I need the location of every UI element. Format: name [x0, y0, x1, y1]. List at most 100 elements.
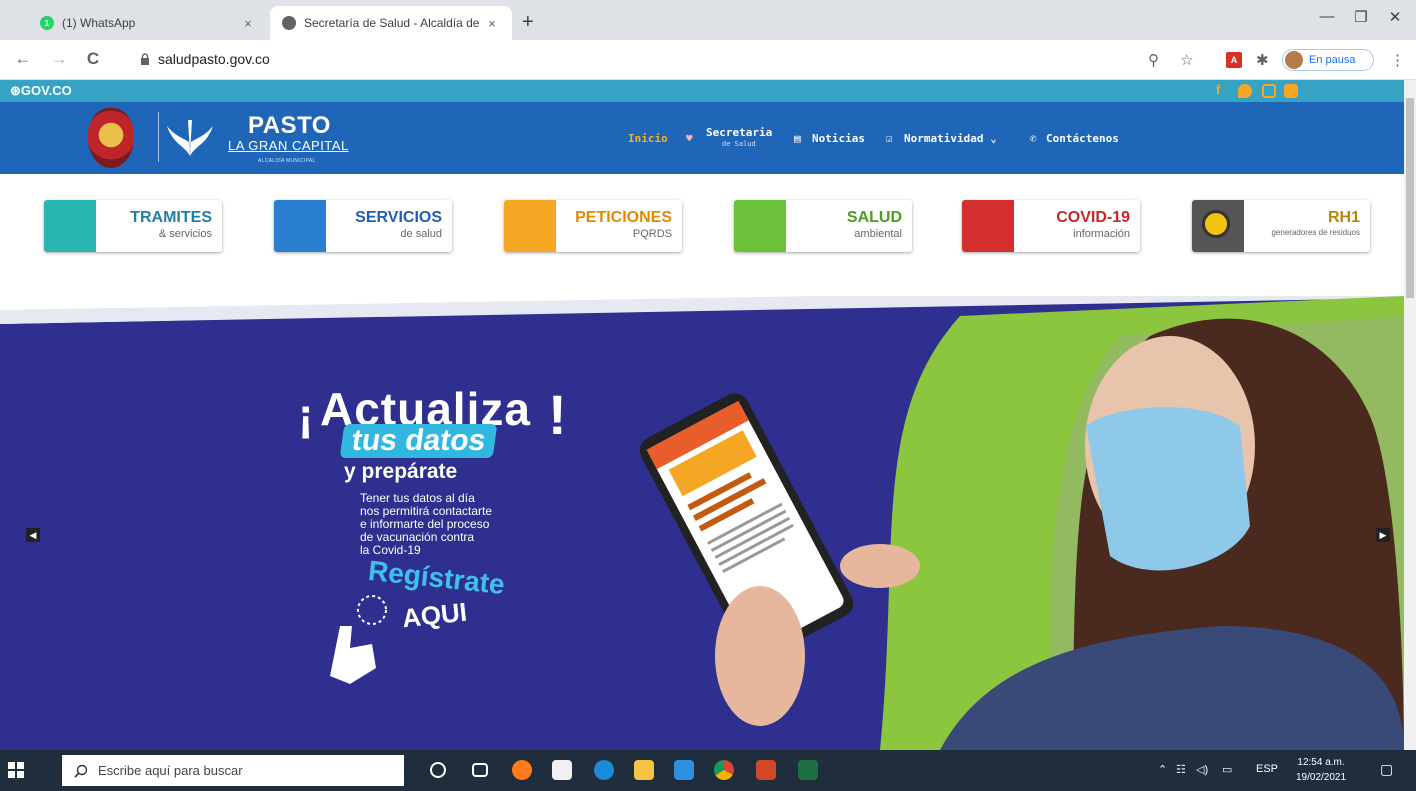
tab-whatsapp[interactable]: 1 (1) WhatsApp ×: [28, 6, 268, 40]
edge-icon[interactable]: [594, 760, 614, 780]
banner-headline-open: ¡: [298, 389, 314, 441]
language-indicator[interactable]: ESP: [1256, 763, 1278, 775]
tile-covid[interactable]: COVID-19 información: [962, 200, 1140, 252]
nav-inicio[interactable]: Inicio: [628, 132, 668, 145]
close-tab-icon[interactable]: ×: [484, 16, 500, 31]
minimize-button[interactable]: —: [1312, 8, 1342, 25]
avatar: [1285, 51, 1303, 69]
battery-icon[interactable]: ▭: [1222, 763, 1232, 776]
wings-logo: [158, 112, 216, 162]
windows-start-icon[interactable]: [8, 762, 24, 778]
hero-banner[interactable]: ◀ ▶ Actualiza ¡ ! tus datos y prepárate …: [0, 296, 1404, 750]
banner-description: Tener tus datos al día nos permitirá con…: [360, 491, 493, 557]
firefox-icon[interactable]: [512, 760, 532, 780]
bookmark-star-icon[interactable]: ☆: [1180, 51, 1193, 69]
taskbar-search-input[interactable]: Escribe aquí para buscar: [62, 755, 404, 786]
tile-title: TRAMITES: [130, 209, 212, 226]
chrome-menu-icon[interactable]: ⋮: [1390, 51, 1405, 69]
tile-color-block: [504, 200, 556, 252]
cortana-icon[interactable]: [430, 762, 446, 778]
powerpoint-icon[interactable]: [756, 760, 776, 780]
globe-icon: [282, 16, 296, 30]
tile-color-block: [274, 200, 326, 252]
banner-subheadline: y prepárate: [344, 460, 458, 483]
nav-secretaria[interactable]: Secretaria: [706, 126, 772, 139]
tab-salud[interactable]: Secretaría de Salud - Alcaldía de ×: [270, 6, 512, 40]
heart-icon: ♥: [686, 132, 693, 145]
slide-prev-button[interactable]: ◀: [26, 528, 40, 542]
clock-date: 19/02/2021: [1296, 772, 1347, 783]
store-icon[interactable]: [552, 760, 572, 780]
tile-title: RH1: [1327, 209, 1360, 226]
biohazard-icon: [1192, 200, 1244, 252]
slide-next-button[interactable]: ▶: [1376, 528, 1390, 542]
brand-caption: ALCALDÍA MUNICIPAL: [258, 158, 316, 164]
profile-status: En pausa: [1309, 54, 1356, 66]
tile-subtitle: & servicios: [158, 228, 212, 240]
nav-noticias[interactable]: Noticias: [812, 132, 865, 145]
nav-contactenos[interactable]: Contáctenos: [1046, 132, 1119, 145]
address-bar[interactable]: saludpasto.gov.co: [158, 51, 270, 67]
nav-normatividad[interactable]: Normatividad ⌄: [904, 132, 997, 145]
coat-of-arms-logo[interactable]: [88, 108, 134, 168]
profile-button[interactable]: En pausa: [1282, 49, 1374, 71]
nav-secretaria-sub: de Salud: [722, 140, 756, 148]
tile-tramites[interactable]: TRAMITES & servicios: [44, 200, 222, 252]
system-clock[interactable]: 12:54 a.m. 19/02/2021: [1296, 755, 1346, 785]
tile-color-block: [44, 200, 96, 252]
tile-servicios[interactable]: SERVICIOS de salud: [274, 200, 452, 252]
chrome-icon[interactable]: [714, 760, 734, 780]
whatsapp-icon: 1: [40, 16, 54, 30]
close-tab-icon[interactable]: ×: [240, 16, 256, 31]
quick-access-tiles: TRAMITES & servicios SERVICIOS de salud …: [0, 174, 1404, 296]
new-tab-button[interactable]: +: [522, 12, 534, 32]
tray-chevron-icon[interactable]: ⌃: [1158, 763, 1167, 776]
excel-icon[interactable]: [798, 760, 818, 780]
scrollbar-thumb[interactable]: [1406, 98, 1414, 298]
tile-rh1[interactable]: RH1 generadores de residuos: [1192, 200, 1370, 252]
lock-icon: [141, 53, 149, 65]
tile-peticiones[interactable]: PETICIONES PQRDS: [504, 200, 682, 252]
forward-button[interactable]: →: [48, 49, 70, 69]
zoom-icon[interactable]: ⚲: [1148, 51, 1159, 69]
browser-tab-strip: 1 (1) WhatsApp × Secretaría de Salud - A…: [0, 0, 1416, 40]
maximize-button[interactable]: ❐: [1346, 8, 1376, 26]
search-placeholder: Escribe aquí para buscar: [98, 763, 243, 778]
tile-subtitle: de salud: [400, 228, 442, 240]
tab-title: Secretaría de Salud - Alcaldía de: [304, 16, 480, 30]
youtube-icon[interactable]: [1284, 84, 1298, 98]
network-icon[interactable]: ☷: [1176, 763, 1186, 776]
brand-title: PASTO: [248, 112, 331, 139]
tile-subtitle: información: [1073, 228, 1130, 240]
brand-subtitle: LA GRAN CAPITAL: [228, 138, 349, 153]
back-button[interactable]: ←: [12, 49, 34, 69]
close-window-button[interactable]: ✕: [1380, 8, 1410, 26]
file-explorer-icon[interactable]: [634, 760, 654, 780]
tile-color-block: [962, 200, 1014, 252]
facebook-icon[interactable]: f: [1216, 82, 1230, 97]
windows-taskbar: Escribe aquí para buscar ⌃ ☷ ◁) ▭ ESP 12…: [0, 750, 1416, 791]
pdf-extension-icon[interactable]: A: [1226, 52, 1242, 68]
banner-background: [0, 296, 1404, 750]
extensions-puzzle-icon[interactable]: ✱: [1256, 51, 1269, 69]
reload-button[interactable]: C: [82, 49, 104, 69]
mail-icon[interactable]: [674, 760, 694, 780]
notifications-icon[interactable]: ▢: [1380, 761, 1393, 778]
govco-logo[interactable]: ⊛GOV.CO: [10, 83, 72, 99]
tab-title: (1) WhatsApp: [62, 16, 136, 30]
tile-subtitle: PQRDS: [632, 228, 672, 240]
tile-title: SALUD: [846, 209, 902, 226]
twitter-icon[interactable]: [1238, 84, 1252, 98]
govco-bar: ⊛GOV.CO f: [0, 80, 1404, 102]
browser-toolbar: ← → C saludpasto.gov.co ⚲ ☆ A ✱ En pausa…: [0, 40, 1416, 80]
newspaper-icon: ▤: [794, 132, 801, 145]
page-scrollbar[interactable]: [1404, 80, 1416, 750]
tile-subtitle: generadores de residuos: [1271, 228, 1360, 237]
tile-salud[interactable]: SALUD ambiental: [734, 200, 912, 252]
task-view-icon[interactable]: [472, 763, 488, 777]
instagram-icon[interactable]: [1262, 84, 1276, 98]
tile-title: COVID-19: [1056, 209, 1130, 226]
volume-icon[interactable]: ◁): [1196, 763, 1208, 776]
document-icon: ☑: [886, 132, 893, 145]
banner-highlight: tus datos: [339, 424, 498, 458]
